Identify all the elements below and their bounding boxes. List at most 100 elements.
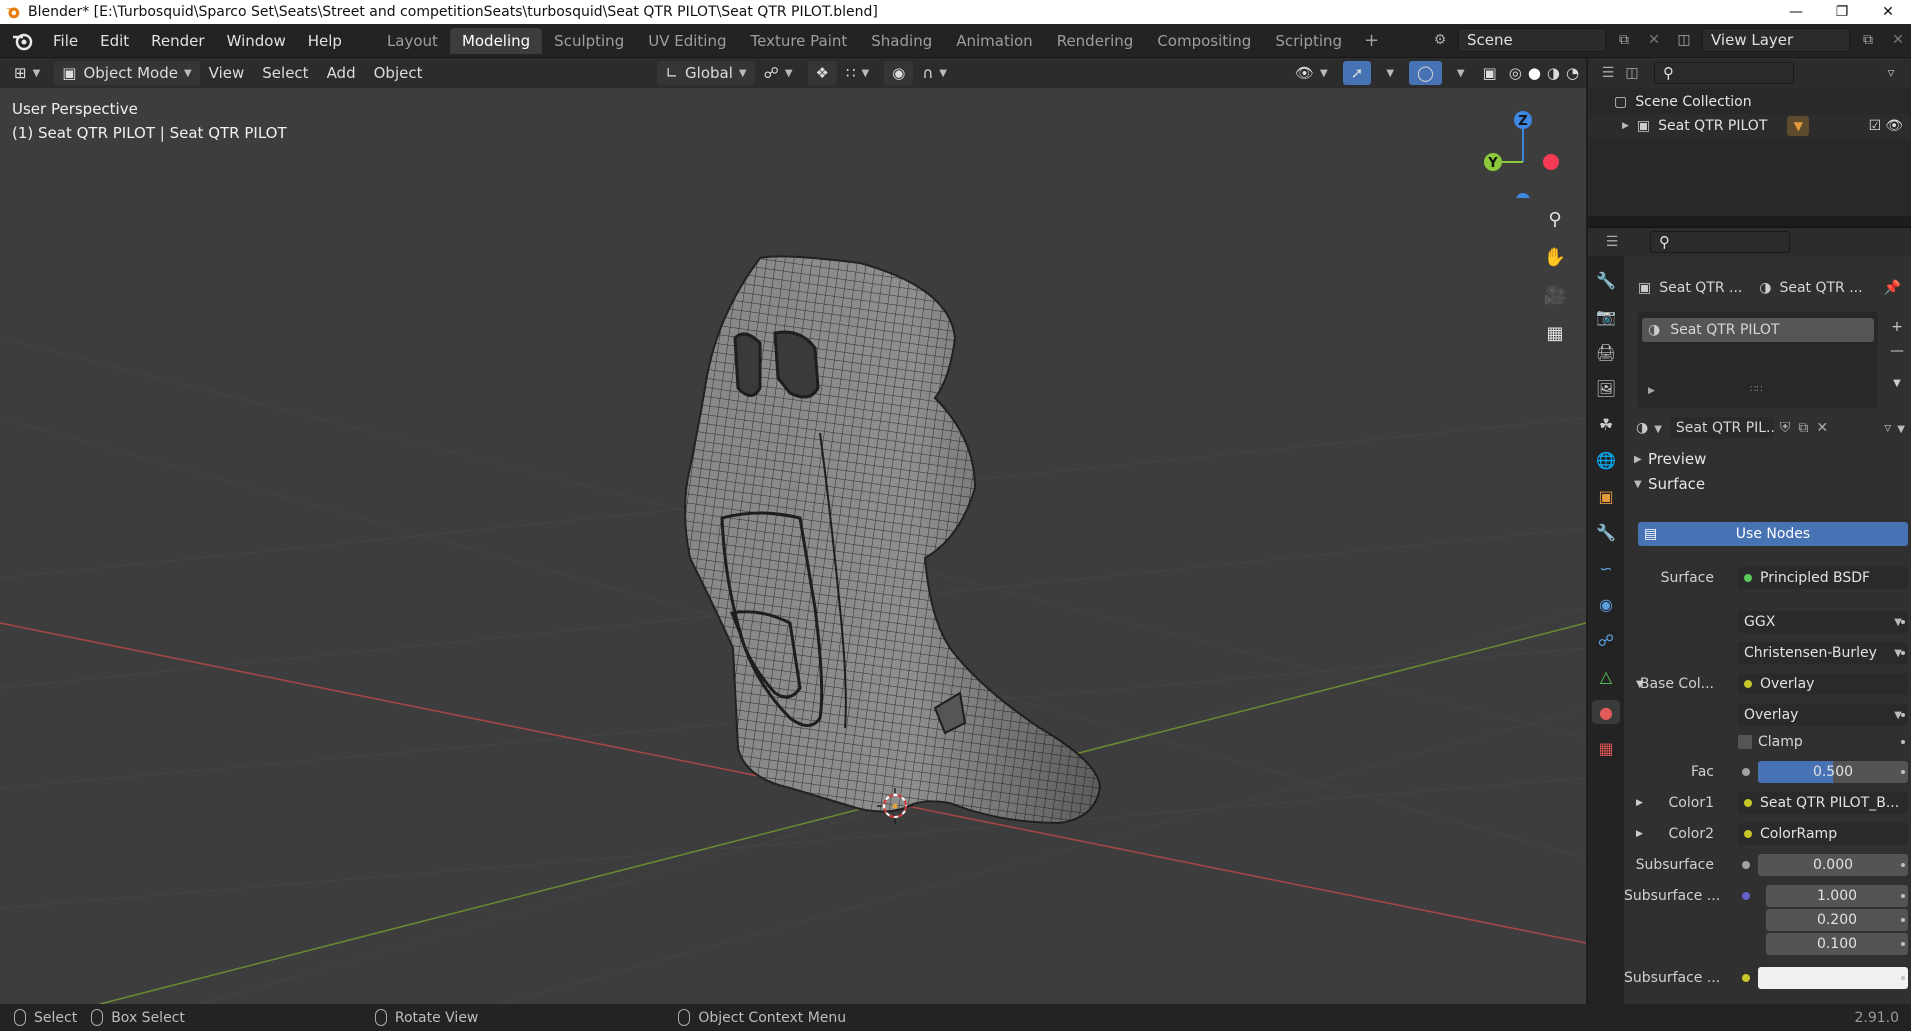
base-color-expand-icon[interactable]: ▼ xyxy=(1636,679,1644,690)
keyframe-dot[interactable] xyxy=(1901,713,1905,717)
fac-slider[interactable]: 0.500 xyxy=(1758,761,1908,783)
outliner[interactable]: ▢ Scene Collection ▶ ▣ Seat QTR PILOT ▼ … xyxy=(1588,88,1911,216)
constraints-tab-icon[interactable]: ☍ xyxy=(1592,628,1620,652)
tab-animation[interactable]: Animation xyxy=(944,28,1044,54)
tab-layout[interactable]: Layout xyxy=(375,28,450,54)
outliner-object-row[interactable]: ▶ ▣ Seat QTR PILOT ▼ ☑ 👁 xyxy=(1588,114,1911,138)
tab-compositing[interactable]: Compositing xyxy=(1145,28,1263,54)
snap-icon[interactable]: ❖ xyxy=(807,61,837,85)
mesh-data-icon[interactable]: ▼ xyxy=(1787,116,1810,136)
outliner-filter-icon[interactable]: ▿ xyxy=(1879,61,1903,85)
output-tab-icon[interactable]: 🖨 xyxy=(1592,340,1620,364)
subsurface-radius-x-field[interactable]: 1.000 xyxy=(1766,885,1908,907)
outliner-scene-collection-row[interactable]: ▢ Scene Collection xyxy=(1588,90,1911,114)
tab-sculpting[interactable]: Sculpting xyxy=(542,28,636,54)
material-browse-icon[interactable]: ◑ ▼ xyxy=(1636,420,1662,436)
scene-name-field[interactable]: Scene xyxy=(1458,28,1606,52)
tab-rendering[interactable]: Rendering xyxy=(1045,28,1146,54)
transform-orientation-dropdown[interactable]: ∟ Global ▼ xyxy=(657,61,755,85)
view-layer-tab-icon[interactable]: 🖼 xyxy=(1592,376,1620,400)
slot-specials-button[interactable]: ▼ xyxy=(1886,372,1908,394)
wireframe-shading-icon[interactable]: ◎ xyxy=(1506,61,1525,85)
tool-tab-icon[interactable]: 🔧 xyxy=(1592,268,1620,292)
view-layer-browse-icon[interactable]: ◫ xyxy=(1672,28,1696,52)
menu-add[interactable]: Add xyxy=(318,61,365,85)
base-color-input-field[interactable]: Overlay xyxy=(1738,673,1908,695)
subsurface-color-swatch[interactable] xyxy=(1758,967,1908,989)
slot-expand-icon[interactable]: ▶ xyxy=(1648,386,1655,396)
properties-search-field[interactable]: ⚲ xyxy=(1650,231,1790,253)
add-workspace-button[interactable]: + xyxy=(1354,28,1389,54)
subsurface-field[interactable]: 0.000 xyxy=(1758,854,1908,876)
distribution-dropdown[interactable]: GGX ▼ xyxy=(1738,611,1908,633)
tab-modeling[interactable]: Modeling xyxy=(449,27,543,54)
overlay-dropdown-icon[interactable]: ▼ xyxy=(1442,61,1474,85)
new-view-layer-icon[interactable]: ⧉ xyxy=(1856,28,1880,52)
subsurface-radius-z-field[interactable]: 0.100 xyxy=(1766,933,1908,955)
material-options-icon[interactable]: ▿ ▼ xyxy=(1884,420,1905,436)
perspective-grid-icon[interactable]: ▦ xyxy=(1540,320,1570,346)
snap-target-icon[interactable]: ∷ ▼ xyxy=(837,61,878,85)
editor-type-icon[interactable]: ⊞ ▼ xyxy=(6,61,48,85)
pin-icon[interactable]: 📌 xyxy=(1884,280,1901,296)
keyframe-dot[interactable] xyxy=(1901,651,1905,655)
material-shading-icon[interactable]: ◑ xyxy=(1544,61,1563,85)
keyframe-dot[interactable] xyxy=(1901,976,1905,980)
keyframe-dot[interactable] xyxy=(1901,863,1905,867)
keyframe-dot[interactable] xyxy=(1901,740,1905,744)
color1-input-field[interactable]: Seat QTR PILOT_B... xyxy=(1738,792,1908,814)
preview-panel-header[interactable]: ▶ Preview xyxy=(1624,446,1911,472)
visibility-eye-icon[interactable]: 👁 xyxy=(1885,118,1903,134)
navigation-gizmo[interactable]: Z Y xyxy=(1465,98,1565,198)
add-slot-button[interactable]: + xyxy=(1886,316,1908,338)
menu-file[interactable]: File xyxy=(42,32,89,50)
scene-browse-icon[interactable]: ⚙ xyxy=(1428,28,1452,52)
tab-scripting[interactable]: Scripting xyxy=(1263,28,1354,54)
visibility-icon[interactable]: 👁 ▼ xyxy=(1286,61,1337,85)
view-layer-field[interactable]: View Layer xyxy=(1702,28,1850,52)
solid-shading-icon[interactable]: ● xyxy=(1525,61,1544,85)
unlink-material-icon[interactable]: ✕ xyxy=(1816,420,1828,436)
outliner-editor-type-icon[interactable]: ☰ xyxy=(1596,61,1620,85)
gizmo-dropdown-icon[interactable]: ▼ xyxy=(1371,61,1403,85)
physics-tab-icon[interactable]: ◉ xyxy=(1592,592,1620,616)
render-tab-icon[interactable]: 📷 xyxy=(1592,304,1620,328)
material-name-field[interactable]: Seat QTR PIL... xyxy=(1669,417,1774,439)
keyframe-dot[interactable] xyxy=(1901,770,1905,774)
color2-expand-icon[interactable]: ▶ xyxy=(1636,829,1643,839)
surface-panel-header[interactable]: ▼ Surface xyxy=(1624,471,1911,497)
outliner-search-field[interactable]: ⚲ xyxy=(1654,62,1794,84)
color1-expand-icon[interactable]: ▶ xyxy=(1636,798,1643,808)
material-slot-item[interactable]: ◑ Seat QTR PILOT xyxy=(1642,318,1874,342)
pan-hand-icon[interactable]: ✋ xyxy=(1540,244,1570,270)
delete-scene-icon[interactable]: ✕ xyxy=(1642,28,1666,52)
pivot-point-icon[interactable]: ☍ ▼ xyxy=(755,61,802,85)
tab-uv-editing[interactable]: UV Editing xyxy=(636,28,738,54)
clamp-checkbox[interactable] xyxy=(1738,735,1752,749)
blend-mode-dropdown[interactable]: Overlay ▼ xyxy=(1738,704,1908,726)
surface-shader-field[interactable]: Principled BSDF xyxy=(1738,567,1908,589)
zoom-icon[interactable]: ⚲ xyxy=(1540,206,1570,232)
tab-shading[interactable]: Shading xyxy=(859,28,944,54)
keyframe-dot[interactable] xyxy=(1901,918,1905,922)
minimize-button[interactable]: — xyxy=(1773,0,1819,24)
scene-tab-icon[interactable]: ☘ xyxy=(1592,412,1620,436)
material-slot-list[interactable]: ◑ Seat QTR PILOT ▶ ∷∷ xyxy=(1638,312,1878,408)
tab-texture-paint[interactable]: Texture Paint xyxy=(738,28,859,54)
overlay-toggle-icon[interactable]: ◯ xyxy=(1409,61,1442,85)
particles-tab-icon[interactable]: ∽ xyxy=(1592,556,1620,580)
mesh-data-tab-icon[interactable]: △ xyxy=(1592,664,1620,688)
menu-edit[interactable]: Edit xyxy=(89,32,140,50)
expand-arrow-icon[interactable]: ▶ xyxy=(1622,121,1629,131)
3d-viewport[interactable]: User Perspective (1) Seat QTR PILOT | Se… xyxy=(0,88,1586,1004)
maximize-button[interactable]: ❐ xyxy=(1819,0,1865,24)
menu-render[interactable]: Render xyxy=(140,32,215,50)
color2-input-field[interactable]: ColorRamp xyxy=(1738,823,1908,845)
menu-view[interactable]: View xyxy=(200,61,254,85)
subsurface-method-dropdown[interactable]: Christensen-Burley ▼ xyxy=(1738,642,1908,664)
rendered-shading-icon[interactable]: ◔ xyxy=(1563,61,1582,85)
object-tab-icon[interactable]: ▣ xyxy=(1592,484,1620,508)
keyframe-dot[interactable] xyxy=(1901,894,1905,898)
menu-help[interactable]: Help xyxy=(297,32,353,50)
keyframe-dot[interactable] xyxy=(1901,942,1905,946)
